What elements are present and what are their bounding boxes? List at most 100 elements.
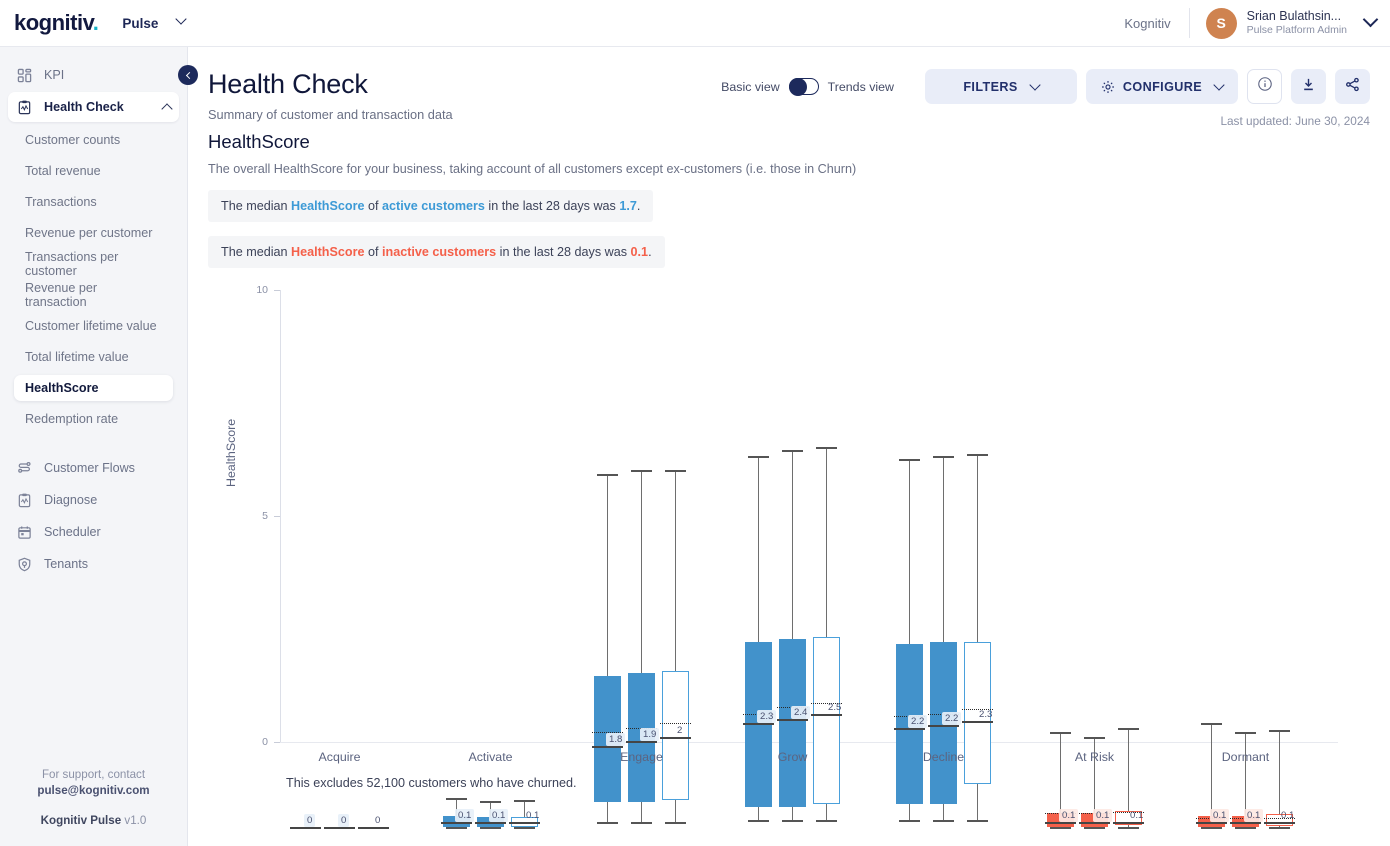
whisker-cap-upper	[899, 458, 920, 461]
sidebar-footer: For support, contact pulse@kognitiv.com …	[0, 767, 187, 846]
median-line	[626, 741, 657, 744]
callout-text-1: The median	[221, 199, 292, 213]
diagnose-icon	[16, 492, 33, 509]
sidebar-subitem-transactions-per-customer[interactable]: Transactions per customer	[14, 250, 173, 278]
chevron-up-icon[interactable]	[161, 102, 173, 115]
filters-label: FILTERS	[963, 79, 1018, 94]
health-check-icon	[16, 99, 33, 116]
whisker-cap-upper	[1118, 727, 1139, 730]
sidebar-item-diagnose[interactable]: Diagnose	[8, 485, 179, 515]
x-axis-category-label: Acquire	[318, 750, 361, 764]
sidebar-item-label: Diagnose	[44, 493, 98, 507]
callout-text-1: The median	[221, 245, 292, 259]
callout-inactive-customers: The median HealthScore of inactive custo…	[208, 236, 665, 268]
sidebar-subitem-customer-counts[interactable]: Customer counts	[14, 127, 173, 153]
kognitiv-logo[interactable]: kognitiv.	[14, 10, 99, 36]
x-axis-category-label: Decline	[922, 750, 965, 764]
sidebar-subitem-redemption-rate[interactable]: Redemption rate	[14, 406, 173, 432]
configure-button[interactable]: CONFIGURE	[1086, 69, 1238, 104]
support-email[interactable]: pulse@kognitiv.com	[10, 783, 177, 800]
view-toggle-switch[interactable]	[788, 77, 819, 96]
whisker-cap-lower	[1084, 827, 1105, 829]
sidebar-subitem-label: Transactions per customer	[25, 250, 119, 278]
page-subtitle: Summary of customer and transaction data	[208, 107, 453, 122]
whisker-upper	[1245, 732, 1247, 816]
whisker-upper	[792, 449, 794, 640]
whisker-cap-lower	[933, 820, 954, 823]
whisker-lower	[909, 804, 911, 821]
sidebar-subitem-revenue-per-transaction[interactable]: Revenue per transaction	[14, 281, 173, 309]
user-info: Srian Bulathsin... Pulse Platform Admin	[1247, 9, 1347, 38]
whisker-cap-lower	[748, 820, 769, 823]
logo-text: kognitiv	[14, 10, 93, 35]
info-button[interactable]	[1247, 69, 1282, 104]
median-value-label: 2.4	[791, 705, 811, 719]
sidebar-subitem-total-lifetime-value[interactable]: Total lifetime value	[14, 344, 173, 370]
whisker-lower	[977, 784, 979, 821]
whisker-cap-upper	[665, 469, 686, 472]
median-line	[1079, 822, 1110, 825]
sidebar-subitem-revenue-per-customer[interactable]: Revenue per customer	[14, 220, 173, 246]
median-line	[358, 827, 389, 829]
whisker-cap-upper	[1084, 736, 1105, 739]
whisker-cap-upper	[967, 454, 988, 457]
median-line	[811, 714, 842, 716]
median-line	[509, 822, 540, 825]
product-name: Pulse	[122, 15, 159, 31]
callout-healthscore-term: HealthScore	[291, 199, 365, 213]
median-value-label: 2.2	[908, 714, 928, 728]
whisker-cap-upper	[1050, 732, 1071, 735]
median-value-label: 1.8	[606, 732, 626, 746]
whisker-cap-lower	[816, 820, 837, 823]
median-value-label: 2.3	[979, 708, 993, 720]
support-line: For support, contact	[41, 767, 146, 781]
top-bar: kognitiv. Pulse Kognitiv S Srian Bulaths…	[0, 0, 1390, 47]
sidebar-subitem-total-revenue[interactable]: Total revenue	[14, 158, 173, 184]
x-axis-category-label: Grow	[777, 750, 808, 764]
user-chevron-down-icon[interactable]	[1362, 11, 1379, 27]
median-value-label: 0.1	[489, 809, 509, 823]
whisker-cap-upper	[782, 449, 803, 452]
gear-icon	[1101, 80, 1115, 94]
sidebar-subitem-transactions[interactable]: Transactions	[14, 189, 173, 215]
sidebar-subitem-customer-lifetime-value[interactable]: Customer lifetime value	[14, 313, 173, 339]
sidebar-item-scheduler[interactable]: Scheduler	[8, 517, 179, 547]
whisker-cap-lower	[597, 822, 618, 825]
sidebar-item-health-check[interactable]: Health Check	[8, 92, 179, 122]
callout-segment-term: inactive customers	[382, 245, 497, 259]
header-toolbar: Basic view Trends view FILTERS CONFIGURE	[721, 69, 1370, 104]
product-chevron-down-icon[interactable]	[175, 13, 188, 25]
whisker-cap-lower	[514, 827, 535, 829]
whisker-upper	[1211, 723, 1213, 816]
median-line	[1113, 821, 1144, 824]
view-toggle[interactable]: Basic view Trends view	[721, 77, 894, 96]
whisker-cap-upper	[1269, 729, 1290, 732]
download-button[interactable]	[1291, 69, 1326, 104]
median-line	[592, 745, 623, 748]
whisker-upper	[977, 454, 979, 642]
user-menu[interactable]: S Srian Bulathsin... Pulse Platform Admi…	[1190, 7, 1390, 39]
whisker-cap-upper	[1201, 723, 1222, 726]
median-line	[743, 723, 774, 726]
filters-button[interactable]: FILTERS	[925, 69, 1077, 104]
median-value-label: 2.3	[757, 710, 777, 724]
sidebar-item-tenants[interactable]: Tenants	[8, 549, 179, 579]
whisker-lower	[758, 806, 760, 821]
sidebar-subitem-healthscore[interactable]: HealthScore	[14, 375, 173, 401]
sidebar-item-customer-flows[interactable]: Customer Flows	[8, 453, 179, 483]
whisker-upper	[943, 456, 945, 642]
median-line	[475, 822, 506, 825]
sidebar-subitem-label: Customer counts	[25, 133, 121, 147]
share-button[interactable]	[1335, 69, 1370, 104]
logo-dot: .	[92, 10, 99, 35]
sidebar-collapse-button[interactable]	[178, 65, 198, 85]
y-axis-line	[280, 290, 281, 742]
sidebar-subitem-label: HealthScore	[25, 381, 99, 395]
x-axis-category-label: Dormant	[1221, 750, 1270, 764]
tenants-icon	[16, 556, 33, 573]
sidebar: KPI Health Check Customer counts Total r…	[0, 47, 188, 846]
sidebar-item-kpi[interactable]: KPI	[8, 60, 179, 90]
median-line	[1230, 822, 1261, 825]
median-value-label: 0.1	[526, 810, 540, 822]
whisker-cap-upper	[816, 447, 837, 450]
